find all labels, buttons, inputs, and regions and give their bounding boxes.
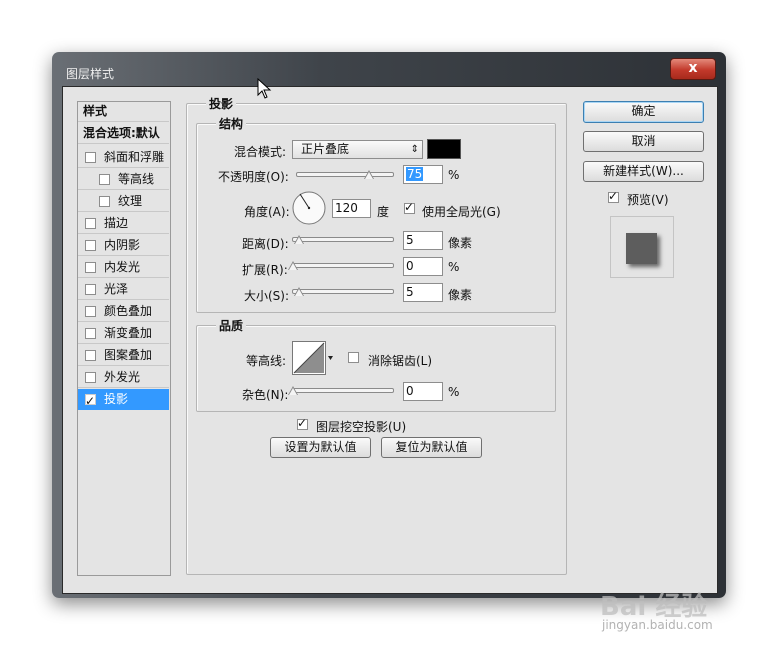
list-item-label: 描边 — [104, 216, 129, 230]
angle-unit: 度 — [377, 205, 390, 219]
list-item-label: 颜色叠加 — [104, 304, 153, 318]
list-item-gradient-overlay[interactable]: 渐变叠加 — [78, 323, 169, 344]
opacity-input[interactable]: 75 — [403, 165, 443, 184]
list-item-label: 渐变叠加 — [104, 326, 153, 340]
size-label: 大小(S): — [244, 289, 290, 303]
distance-unit: 像素 — [448, 236, 473, 250]
list-item-label: 内发光 — [104, 260, 141, 274]
blend-options-item[interactable]: 混合选项:默认 — [78, 123, 169, 144]
blend-mode-label: 混合模式: — [234, 145, 287, 159]
anti-alias-label: 消除锯齿(L) — [368, 354, 433, 368]
distance-slider-track[interactable] — [292, 237, 394, 242]
contour-label: 等高线: — [246, 354, 287, 368]
drop-shadow-checkbox[interactable] — [85, 391, 96, 411]
blend-mode-select[interactable]: 正片叠底 ⇕ — [292, 140, 423, 159]
list-item-color-overlay[interactable]: 颜色叠加 — [78, 301, 169, 322]
mouse-cursor-icon — [257, 78, 272, 99]
shadow-color-swatch[interactable] — [427, 139, 461, 159]
reset-default-button[interactable]: 复位为默认值 — [381, 437, 482, 458]
list-item-texture[interactable]: 纹理 — [78, 191, 169, 212]
watermark-url: jingyan.baidu.com — [602, 618, 713, 632]
ok-button[interactable]: 确定 — [583, 101, 704, 123]
list-item-label: 纹理 — [118, 194, 143, 208]
pattern-overlay-checkbox[interactable] — [85, 350, 96, 361]
list-item-label: 等高线 — [118, 172, 155, 186]
preview-swatch — [626, 233, 657, 264]
inner-glow-checkbox[interactable] — [85, 262, 96, 273]
opacity-slider-track[interactable] — [296, 172, 394, 177]
noise-input[interactable]: 0 — [403, 382, 443, 401]
list-item-drop-shadow[interactable]: 投影 — [78, 389, 169, 411]
spread-slider-thumb[interactable] — [288, 261, 298, 270]
bevel-emboss-checkbox[interactable] — [85, 152, 96, 163]
anti-alias-checkbox[interactable] — [348, 352, 359, 363]
list-item-outer-glow[interactable]: 外发光 — [78, 367, 169, 388]
quality-title: 品质 — [216, 317, 247, 334]
size-unit: 像素 — [448, 288, 473, 302]
texture-checkbox[interactable] — [99, 196, 110, 207]
list-item-label: 光泽 — [104, 282, 129, 296]
dialog-title: 图层样式 — [66, 67, 115, 81]
knockout-checkbox[interactable] — [297, 416, 308, 430]
distance-label: 距离(D): — [242, 237, 289, 251]
list-item-label: 图案叠加 — [104, 348, 153, 362]
global-light-checkbox[interactable] — [404, 200, 415, 214]
gradient-overlay-checkbox[interactable] — [85, 328, 96, 339]
list-item-label: 斜面和浮雕 — [104, 150, 165, 164]
distance-slider-thumb[interactable] — [294, 235, 304, 244]
stroke-checkbox[interactable] — [85, 218, 96, 229]
angle-label: 角度(A): — [244, 205, 290, 219]
angle-dial-icon[interactable] — [291, 190, 327, 226]
size-input[interactable]: 5 — [403, 283, 443, 302]
spread-label: 扩展(R): — [242, 263, 288, 277]
spread-input[interactable]: 0 — [403, 257, 443, 276]
satin-checkbox[interactable] — [85, 284, 96, 295]
noise-slider-track[interactable] — [292, 388, 394, 393]
spread-slider-track[interactable] — [292, 263, 394, 268]
cancel-button[interactable]: 取消 — [583, 131, 704, 152]
blend-mode-value: 正片叠底 — [301, 142, 350, 156]
list-item-label: 内阴影 — [104, 238, 141, 252]
make-default-button[interactable]: 设置为默认值 — [270, 437, 371, 458]
list-item-satin[interactable]: 光泽 — [78, 279, 169, 300]
inner-shadow-checkbox[interactable] — [85, 240, 96, 251]
opacity-unit: % — [448, 168, 460, 182]
preview-label: 预览(V) — [627, 193, 669, 207]
styles-list-header[interactable]: 样式 — [78, 101, 169, 122]
drop-shadow-section-title: 投影 — [206, 95, 237, 112]
list-item-label: 投影 — [104, 392, 129, 406]
list-item-stroke[interactable]: 描边 — [78, 213, 169, 234]
list-item-contour[interactable]: 等高线 — [78, 169, 169, 190]
color-overlay-checkbox[interactable] — [85, 306, 96, 317]
opacity-value: 75 — [406, 167, 424, 181]
list-item-inner-glow[interactable]: 内发光 — [78, 257, 169, 278]
close-button[interactable]: x — [670, 58, 716, 80]
list-item-bevel-emboss[interactable]: 斜面和浮雕 — [78, 147, 169, 168]
updown-arrows-icon: ⇕ — [410, 144, 419, 155]
spread-unit: % — [448, 260, 460, 274]
list-item-label: 外发光 — [104, 370, 141, 384]
outer-glow-checkbox[interactable] — [85, 372, 96, 383]
contour-picker-icon[interactable] — [292, 341, 334, 375]
preview-thumbnail — [610, 216, 674, 278]
preview-checkbox[interactable] — [608, 189, 619, 203]
size-slider-thumb[interactable] — [294, 287, 304, 296]
noise-label: 杂色(N): — [242, 388, 289, 402]
list-item-inner-shadow[interactable]: 内阴影 — [78, 235, 169, 256]
angle-input[interactable]: 120 — [332, 199, 371, 218]
opacity-label: 不透明度(O): — [218, 170, 289, 184]
global-light-label: 使用全局光(G) — [422, 205, 501, 219]
list-item-pattern-overlay[interactable]: 图案叠加 — [78, 345, 169, 366]
noise-slider-thumb[interactable] — [288, 386, 298, 395]
size-slider-track[interactable] — [292, 289, 394, 294]
structure-title: 结构 — [216, 115, 247, 132]
new-style-button[interactable]: 新建样式(W)... — [583, 161, 704, 182]
contour-checkbox[interactable] — [99, 174, 110, 185]
knockout-label: 图层挖空投影(U) — [316, 420, 407, 434]
opacity-slider-thumb[interactable] — [364, 170, 374, 179]
noise-unit: % — [448, 385, 460, 399]
distance-input[interactable]: 5 — [403, 231, 443, 250]
